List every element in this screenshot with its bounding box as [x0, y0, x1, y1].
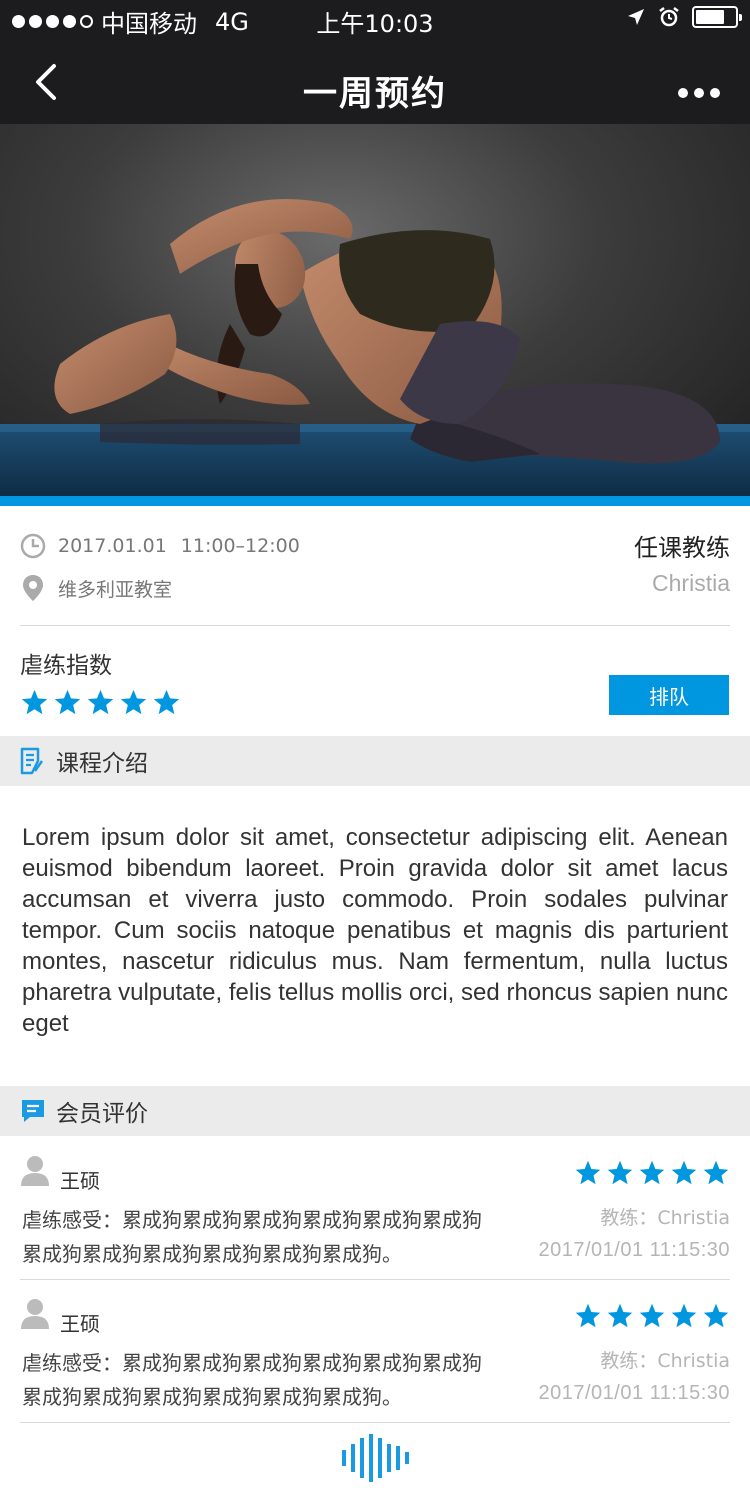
- review-text: 虐练感受：累成狗累成狗累成狗累成狗累成狗累成狗 累成狗累成狗累成狗累成狗累成狗累…: [22, 1203, 582, 1271]
- user-avatar-icon: [21, 1299, 49, 1329]
- more-button[interactable]: [678, 88, 720, 98]
- star-icon: [575, 1160, 601, 1185]
- star-icon: [703, 1160, 729, 1185]
- review-stars: [574, 1302, 730, 1330]
- review-text-line: 累成狗累成狗累成狗累成狗累成狗累成狗。: [22, 1242, 402, 1266]
- star-icon: [21, 689, 48, 715]
- star-icon: [120, 689, 147, 715]
- star-icon: [671, 1160, 697, 1185]
- review-time: 2017/01/01 11:15:30: [538, 1239, 730, 1261]
- star-icon: [639, 1160, 665, 1185]
- divider: [20, 1422, 730, 1423]
- clock-icon: [20, 533, 46, 559]
- course-datetime: 2017.01.01 11:00–12:00: [20, 532, 300, 560]
- review-text-line: 虐练感受：累成狗累成狗累成狗累成狗累成狗累成狗: [22, 1208, 482, 1232]
- intro-title: 课程介绍: [56, 751, 148, 777]
- location-pin-icon: [23, 575, 43, 601]
- location-arrow-icon: [628, 9, 644, 25]
- comment-icon: [22, 1100, 44, 1122]
- review-text: 虐练感受：累成狗累成狗累成狗累成狗累成狗累成狗 累成狗累成狗累成狗累成狗累成狗累…: [22, 1346, 582, 1414]
- star-icon: [703, 1303, 729, 1328]
- page-title: 一周预约: [303, 74, 447, 114]
- alarm-icon: [659, 7, 679, 27]
- review-coach: 教练：Christia: [600, 1350, 730, 1372]
- status-bar: 中国移动 4G 上午10:03: [0, 0, 750, 40]
- battery-icon: [692, 6, 742, 28]
- yoga-pose-image: [0, 199, 750, 496]
- nav-bar: 一周预约: [0, 40, 750, 124]
- course-description: Lorem ipsum dolor sit amet, consectetur …: [22, 824, 728, 1037]
- review-item: 王硕 虐练感受：累成狗累成狗累成狗累成狗累成狗累成狗 累成狗累成狗累成狗累成狗累…: [0, 1137, 750, 1281]
- star-icon: [87, 689, 114, 715]
- review-coach: 教练：Christia: [600, 1207, 730, 1229]
- intro-section-header: 课程介绍: [0, 736, 750, 786]
- more-dots-icon: [678, 88, 688, 98]
- sound-wave-icon[interactable]: [342, 1434, 410, 1482]
- reviews-section-header: 会员评价: [0, 1086, 750, 1136]
- intensity-label: 虐练指数: [20, 653, 112, 679]
- hero-accent-bar: [0, 496, 750, 506]
- reviewer-name: 王硕: [60, 1169, 100, 1193]
- coach-name: Christia: [652, 570, 730, 596]
- location-name: 维多利亚教室: [58, 578, 173, 601]
- star-icon: [153, 689, 180, 715]
- status-right: [626, 6, 742, 28]
- star-icon: [607, 1303, 633, 1328]
- reviewer-name: 王硕: [60, 1312, 100, 1336]
- course-date: 2017.01.01: [58, 535, 167, 557]
- divider: [20, 625, 730, 626]
- star-icon: [575, 1303, 601, 1328]
- intensity-stars: [20, 688, 181, 717]
- reviews-title: 会员评价: [56, 1101, 148, 1127]
- star-icon: [54, 689, 81, 715]
- star-icon: [671, 1303, 697, 1328]
- review-time: 2017/01/01 11:15:30: [538, 1382, 730, 1404]
- star-icon: [639, 1303, 665, 1328]
- course-location: 维多利亚教室: [20, 574, 172, 602]
- hero-image: [0, 124, 750, 496]
- review-item: 王硕 虐练感受：累成狗累成狗累成狗累成狗累成狗累成狗 累成狗累成狗累成狗累成狗累…: [0, 1280, 750, 1424]
- review-text-line: 虐练感受：累成狗累成狗累成狗累成狗累成狗累成狗: [22, 1351, 482, 1375]
- user-avatar-icon: [21, 1156, 49, 1186]
- document-edit-icon: [20, 747, 44, 775]
- star-icon: [607, 1160, 633, 1185]
- course-time: 11:00–12:00: [180, 535, 300, 557]
- review-stars: [574, 1159, 730, 1187]
- coach-label: 任课教练: [634, 534, 730, 562]
- queue-button[interactable]: 排队: [609, 675, 729, 715]
- review-text-line: 累成狗累成狗累成狗累成狗累成狗累成狗。: [22, 1385, 402, 1409]
